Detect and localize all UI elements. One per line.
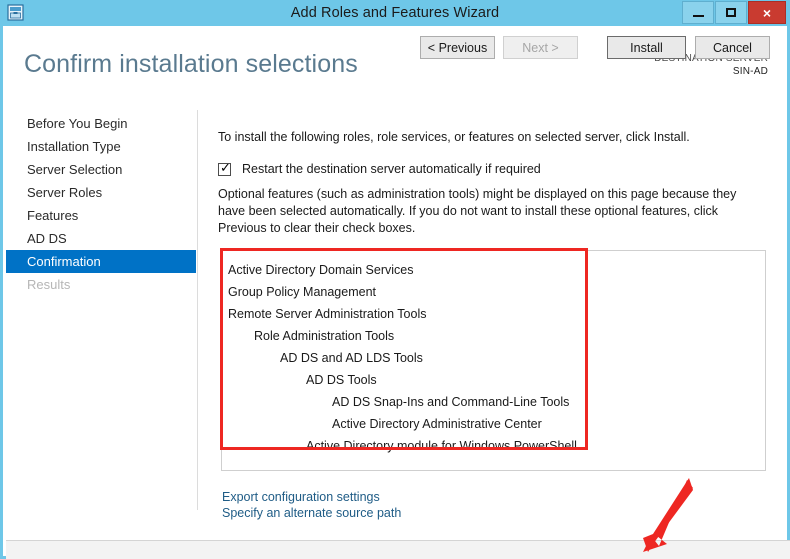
list-item: Active Directory Domain Services — [228, 263, 414, 277]
selected-features-listbox[interactable]: Active Directory Domain Services Group Po… — [221, 250, 766, 471]
install-button[interactable]: Install — [607, 36, 686, 59]
maximize-button[interactable] — [715, 1, 747, 24]
sidebar-item-label: Results — [27, 277, 71, 292]
restart-checkbox-label: Restart the destination server automatic… — [242, 162, 541, 176]
optional-features-note: Optional features (such as administratio… — [218, 187, 737, 235]
list-item: AD DS Tools — [306, 373, 377, 387]
sidebar-item-installation-type[interactable]: Installation Type — [6, 135, 196, 158]
wizard-window: Add Roles and Features Wizard × Confirm … — [0, 0, 790, 559]
window-controls: × — [681, 1, 786, 24]
sidebar-item-label: Before You Begin — [27, 116, 128, 131]
sidebar-item-label: AD DS — [27, 231, 67, 246]
link-export-configuration-settings[interactable]: Export configuration settings — [222, 489, 401, 505]
sidebar-item-label: Installation Type — [27, 139, 121, 154]
sidebar-item-label: Server Roles — [27, 185, 103, 200]
intro-text: To install the following roles, role ser… — [218, 130, 690, 144]
sidebar-item-before-you-begin[interactable]: Before You Begin — [6, 112, 196, 135]
sidebar-item-results: Results — [6, 273, 196, 296]
sidebar-item-features[interactable]: Features — [6, 204, 196, 227]
action-links: Export configuration settings Specify an … — [222, 489, 401, 521]
destination-server-name: SIN-AD — [732, 66, 768, 77]
nav-content-divider — [197, 110, 198, 510]
sidebar-item-label: Features — [27, 208, 79, 223]
sidebar-item-label: Confirmation — [27, 254, 101, 269]
list-item: AD DS Snap-Ins and Command-Line Tools — [332, 395, 570, 409]
list-item: Active Directory Administrative Center — [332, 417, 542, 431]
footer-bar — [6, 541, 790, 559]
restart-checkbox[interactable]: ✓ — [218, 159, 231, 176]
sidebar-item-ad-ds[interactable]: AD DS — [6, 227, 196, 250]
list-item: Group Policy Management — [228, 285, 376, 299]
list-item: Role Administration Tools — [254, 329, 395, 343]
sidebar-item-server-roles[interactable]: Server Roles — [6, 181, 196, 204]
restart-checkbox-row[interactable]: ✓ Restart the destination server automat… — [218, 159, 541, 176]
link-specify-an-alternate-source-path[interactable]: Specify an alternate source path — [222, 505, 401, 521]
check-icon: ✓ — [220, 159, 231, 175]
list-item: Remote Server Administration Tools — [228, 307, 427, 321]
sidebar-item-server-selection[interactable]: Server Selection — [6, 158, 196, 181]
next-button: Next > — [503, 36, 578, 59]
window-title: Add Roles and Features Wizard — [290, 5, 500, 21]
previous-button[interactable]: < Previous — [420, 36, 495, 59]
title-bar: Add Roles and Features Wizard × — [0, 0, 790, 26]
cancel-button[interactable]: Cancel — [695, 36, 770, 59]
minimize-button[interactable] — [682, 1, 714, 24]
sidebar-item-label: Server Selection — [27, 162, 123, 177]
close-icon: × — [762, 4, 772, 21]
page-title: Confirm installation selections — [24, 50, 358, 78]
wizard-step-nav: Before You Begin Installation Type Server … — [3, 112, 197, 296]
close-button[interactable]: × — [748, 1, 786, 24]
list-item: Active Directory module for Windows Powe… — [306, 439, 577, 453]
sidebar-item-confirmation[interactable]: Confirmation — [6, 250, 196, 273]
selected-features-list: Active Directory Domain Services Group Po… — [222, 251, 765, 457]
dialog-body: Confirm installation selections DESTINAT… — [3, 26, 790, 559]
list-item: AD DS and AD LDS Tools — [280, 351, 423, 365]
